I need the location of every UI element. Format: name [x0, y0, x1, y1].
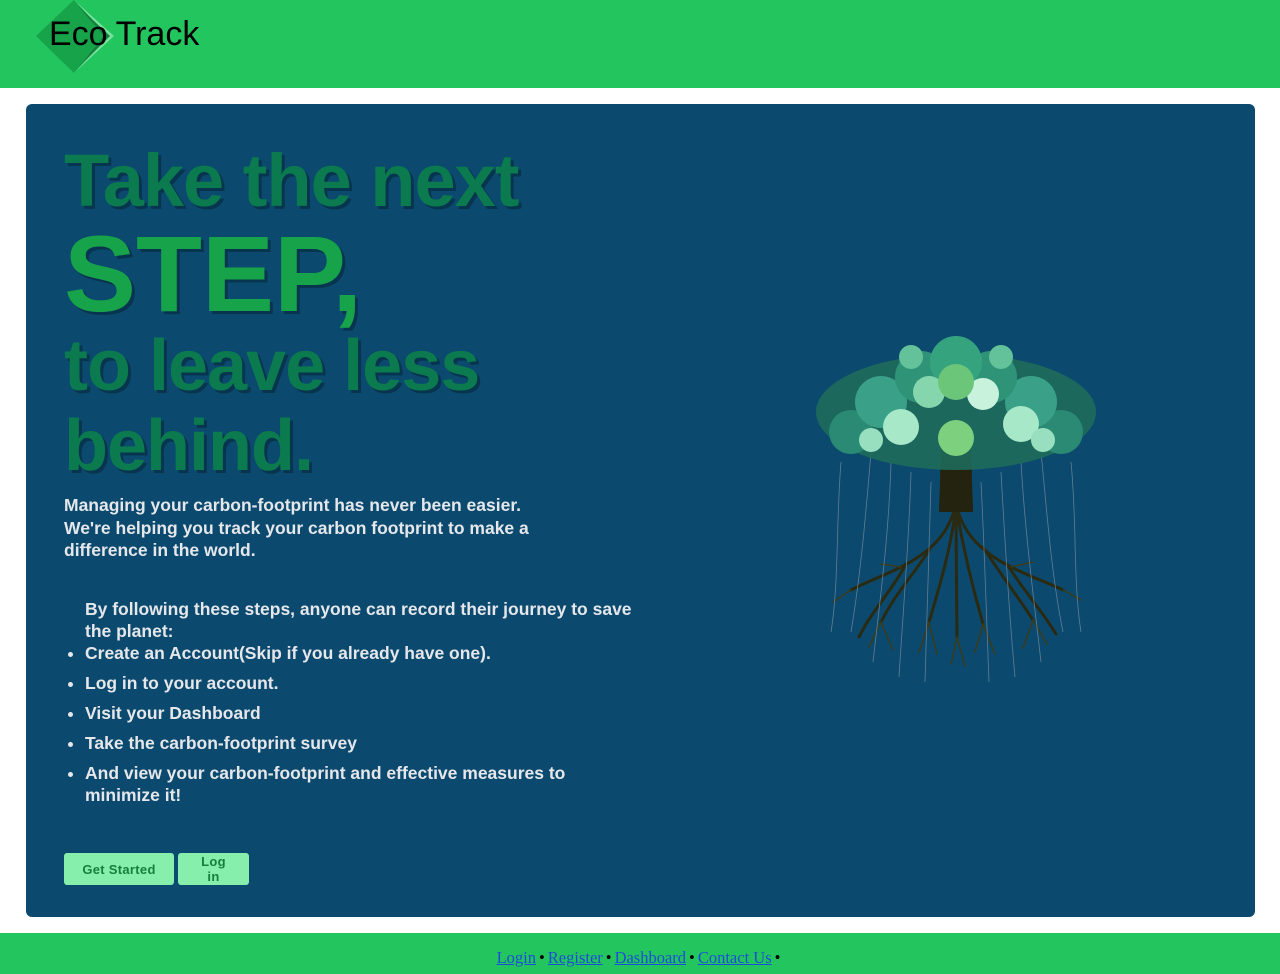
list-item: Create an Account(Skip if you already ha…	[85, 642, 644, 664]
list-item: Visit your Dashboard	[85, 702, 644, 724]
site-footer: Login • Register • Dashboard • Contact Us •	[0, 933, 1280, 974]
steps-list: Create an Account(Skip if you already ha…	[64, 642, 644, 806]
get-started-button[interactable]: Get Started	[64, 853, 174, 885]
footer-separator: •	[539, 948, 545, 967]
list-item: Log in to your account.	[85, 672, 644, 694]
footer-link-contact-us[interactable]: Contact Us	[698, 948, 772, 967]
intro-line-1: Managing your carbon-footprint has never…	[64, 495, 522, 515]
headline-line-1: Take the next	[64, 139, 519, 222]
steps-section: By following these steps, anyone can rec…	[64, 598, 644, 814]
brand-name-eco: Eco	[49, 15, 108, 53]
footer-link-dashboard[interactable]: Dashboard	[615, 948, 686, 967]
login-button[interactable]: Log in	[178, 853, 249, 885]
footer-link-register[interactable]: Register	[548, 948, 603, 967]
headline-line-4: behind.	[64, 406, 314, 486]
top-navbar: Eco Track	[0, 0, 1280, 88]
hero-intro: Managing your carbon-footprint has never…	[64, 494, 584, 562]
list-item: And view your carbon-footprint and effec…	[85, 762, 644, 806]
hero-actions: Get Started Log in	[64, 853, 249, 885]
tree-with-roots-illustration	[816, 336, 1096, 683]
footer-separator: •	[689, 948, 695, 967]
intro-line-2: We're helping you track your carbon foot…	[64, 517, 529, 561]
brand-logo[interactable]: Eco Track	[36, 0, 236, 75]
hero-headline: Take the next STEP, to leave less behind…	[64, 139, 664, 487]
steps-lead: By following these steps, anyone can rec…	[85, 599, 632, 641]
headline-line-3: to leave less	[64, 326, 480, 406]
footer-link-login[interactable]: Login	[497, 948, 536, 967]
headline-line-2: STEP,	[64, 213, 363, 334]
hero-panel: Take the next STEP, to leave less behind…	[26, 104, 1255, 917]
brand-name: Eco Track	[49, 14, 199, 54]
brand-name-track: Track	[115, 15, 200, 53]
list-item: Take the carbon-footprint survey	[85, 732, 644, 754]
footer-separator: •	[605, 948, 612, 967]
footer-separator: •	[774, 948, 781, 967]
